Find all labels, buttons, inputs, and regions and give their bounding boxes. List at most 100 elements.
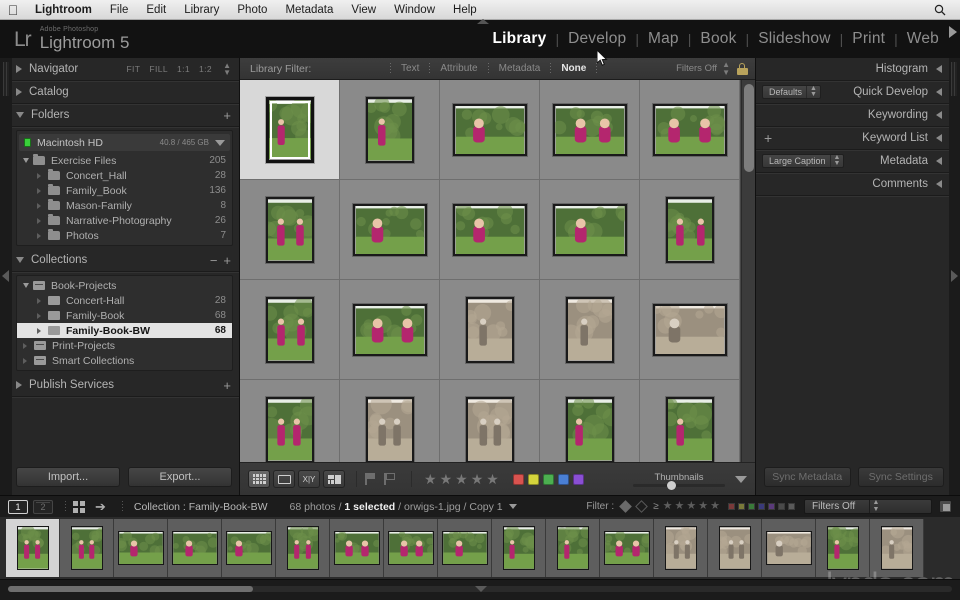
photo-thumbnail[interactable] — [452, 203, 527, 256]
filmstrip-thumbnail[interactable] — [171, 531, 218, 565]
filmstrip-color-label-5[interactable] — [768, 503, 775, 510]
grid-cell[interactable] — [540, 380, 640, 462]
publish-services-header[interactable]: Publish Services + — [12, 374, 239, 397]
grid-scrollbar[interactable] — [741, 80, 755, 462]
rating-operator[interactable]: ≥ — [653, 501, 659, 512]
rating-star-1[interactable]: ★ — [424, 472, 437, 486]
chevron-down-icon[interactable] — [508, 504, 517, 509]
filmstrip-thumbnail[interactable] — [718, 526, 751, 570]
nav-zoom-stepper-icon[interactable]: ▲ ▼ — [223, 61, 231, 76]
chevron-left-icon[interactable] — [936, 65, 942, 73]
photo-thumbnail[interactable] — [365, 96, 414, 163]
compare-view-icon[interactable]: X|Y — [298, 470, 320, 488]
module-print[interactable]: Print — [843, 30, 894, 48]
grid-view[interactable] — [240, 80, 755, 462]
filmstrip-cell[interactable] — [438, 519, 492, 577]
filmstrip-cell[interactable] — [546, 519, 600, 577]
rating-star-5[interactable]: ★ — [486, 472, 499, 486]
remove-collection-icon[interactable]: − — [210, 254, 218, 267]
chevron-right-icon[interactable] — [37, 172, 44, 179]
collection-row-concert-hall[interactable]: Concert-Hall 28 — [17, 293, 232, 308]
filmstrip-thumbnail[interactable] — [387, 531, 434, 565]
grid-cell[interactable] — [440, 180, 540, 280]
menu-help[interactable]: Help — [444, 0, 486, 20]
add-keyword-icon[interactable]: + — [762, 131, 772, 145]
filmstrip-thumbnail[interactable] — [556, 526, 589, 570]
filmstrip-thumbnail[interactable] — [16, 526, 49, 570]
filmstrip-cell[interactable] — [384, 519, 438, 577]
collection-row-print-projects[interactable]: Print-Projects — [17, 338, 232, 353]
library-filters-off[interactable]: Filters Off ▲ ▼ — [676, 61, 730, 76]
export-button[interactable]: Export... — [128, 467, 232, 487]
flag-unflagged-icon[interactable] — [635, 500, 648, 513]
menu-lightroom[interactable]: Lightroom — [26, 0, 101, 20]
filmstrip-filters-off-select[interactable]: Filters Off ▲ ▼ — [804, 499, 932, 514]
filmstrip-color-label-3[interactable] — [748, 503, 755, 510]
navigator-header[interactable]: Navigator FIT FILL 1:1 1:2 ▲ ▼ — [12, 58, 239, 81]
right-panel-section-comments[interactable]: Comments — [756, 173, 960, 196]
filmstrip-cell[interactable] — [114, 519, 168, 577]
module-book[interactable]: Book — [691, 30, 745, 48]
chevron-right-icon[interactable] — [37, 187, 44, 194]
chevron-right-icon[interactable] — [37, 232, 44, 239]
volume-row-macintosh-hd[interactable]: Macintosh HD 40.8 / 465 GB — [19, 134, 230, 151]
menu-photo[interactable]: Photo — [228, 0, 276, 20]
filmstrip-rating-star-4[interactable]: ★ — [698, 501, 708, 512]
photo-thumbnail[interactable] — [265, 196, 314, 263]
collection-row-book-projects[interactable]: Book-Projects — [17, 278, 232, 293]
rating-star-4[interactable]: ★ — [471, 472, 484, 486]
filter-tab-attribute[interactable]: Attribute — [436, 63, 481, 74]
filmstrip-cell[interactable] — [222, 519, 276, 577]
folder-row-photos[interactable]: Photos 7 — [17, 228, 232, 243]
grid-view-icon[interactable] — [73, 500, 85, 513]
chevron-left-icon[interactable] — [936, 111, 942, 119]
quick-develop-select[interactable]: Defaults ▲ ▼ — [762, 85, 821, 99]
chevron-left-icon[interactable] — [936, 157, 942, 165]
filmstrip-cell[interactable] — [276, 519, 330, 577]
collection-row-family-book[interactable]: Family-Book 68 — [17, 308, 232, 323]
volume-caret-icon[interactable] — [215, 139, 225, 146]
filmstrip-next-arrow-icon[interactable] — [949, 26, 957, 38]
module-develop[interactable]: Develop — [559, 30, 635, 48]
grid-cell[interactable] — [240, 280, 340, 380]
color-label-swatch-3[interactable] — [542, 473, 554, 485]
filmstrip-scrollbar-thumb[interactable] — [8, 586, 253, 592]
grid-cell[interactable] — [640, 80, 740, 180]
chevron-right-icon[interactable] — [23, 357, 30, 364]
survey-view-icon[interactable] — [323, 470, 345, 488]
right-panel-section-quick-develop[interactable]: Defaults ▲ ▼ Quick Develop — [756, 81, 960, 104]
nav-mode-1to1[interactable]: 1:1 — [177, 64, 190, 74]
filmstrip-color-labels[interactable] — [728, 503, 795, 510]
lock-icon[interactable] — [736, 62, 748, 75]
nav-mode-1to2[interactable]: 1:2 — [199, 64, 212, 74]
sync-settings-button[interactable]: Sync Settings — [857, 467, 944, 487]
filmstrip-color-label-1[interactable] — [728, 503, 735, 510]
grid-view-icon[interactable] — [248, 470, 270, 488]
filmstrip-thumbnail[interactable] — [70, 526, 103, 570]
filmstrip-color-label-4[interactable] — [758, 503, 765, 510]
grid-cell[interactable] — [540, 180, 640, 280]
select-stepper-icon[interactable]: ▲ ▼ — [868, 499, 930, 513]
color-label-swatch-2[interactable] — [527, 473, 539, 485]
grid-cell[interactable] — [240, 80, 340, 180]
rating-stars[interactable]: ★ ★ ★ ★ ★ — [424, 472, 499, 486]
loupe-view-icon[interactable] — [273, 470, 295, 488]
filmstrip-cell[interactable] — [6, 519, 60, 577]
photo-thumbnail[interactable] — [265, 396, 314, 462]
nav-mode-fill[interactable]: FILL — [149, 64, 168, 74]
select-stepper-icon[interactable]: ▲ ▼ — [829, 154, 840, 168]
chevron-down-icon[interactable] — [23, 283, 29, 288]
chevron-down-icon[interactable] — [735, 475, 747, 483]
filmstrip-thumbnail[interactable] — [441, 531, 488, 565]
filmstrip-rating-star-1[interactable]: ★ — [663, 501, 673, 512]
grid-cell[interactable] — [340, 80, 440, 180]
right-panel-collapse-arrow[interactable] — [951, 270, 958, 282]
right-panel-section-histogram[interactable]: Histogram — [756, 58, 960, 81]
color-label-swatch-1[interactable] — [512, 473, 524, 485]
filmstrip-cell[interactable] — [60, 519, 114, 577]
folder-row-mason-family[interactable]: Mason-Family 8 — [17, 198, 232, 213]
folder-row-exercise-files[interactable]: Exercise Files 205 — [17, 153, 232, 168]
grid-cell[interactable] — [340, 180, 440, 280]
folder-row-concert-hall[interactable]: Concert_Hall 28 — [17, 168, 232, 183]
menu-window[interactable]: Window — [385, 0, 444, 20]
